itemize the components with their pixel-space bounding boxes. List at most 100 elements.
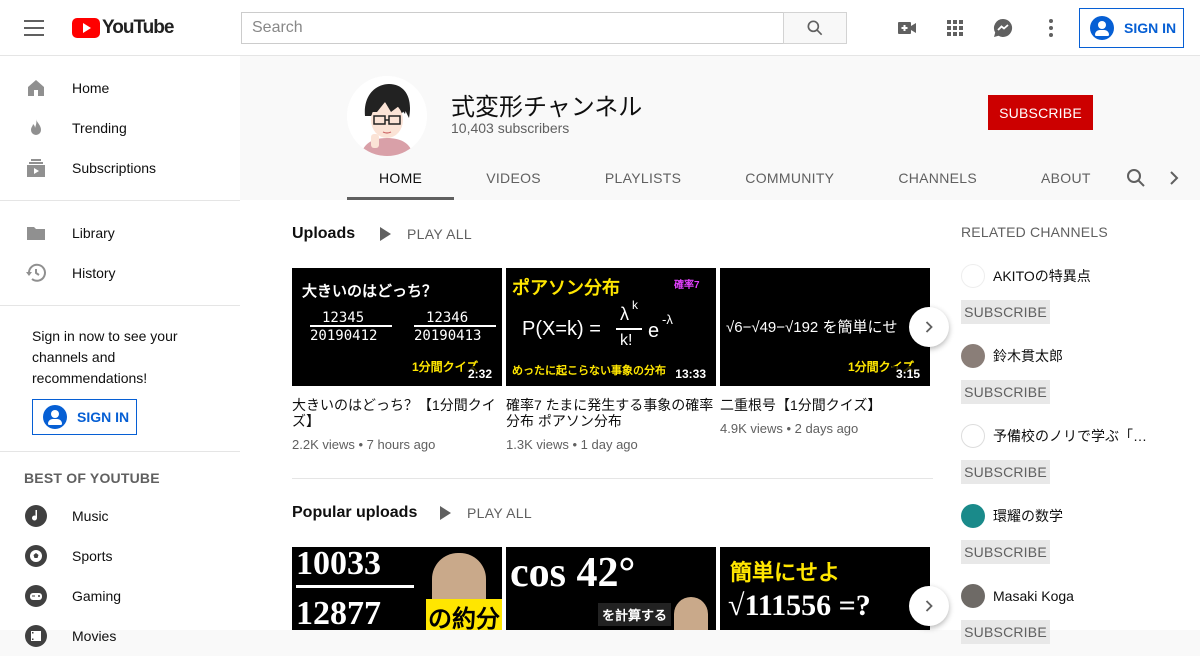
channel-avatar[interactable]: [961, 584, 985, 608]
video-title[interactable]: 二重根号【1分間クイズ】: [720, 397, 930, 413]
sign-in-button[interactable]: SIGN IN: [1079, 8, 1184, 48]
sidebar-divider: [0, 200, 240, 201]
movies-film-icon: [24, 624, 48, 648]
tab-videos[interactable]: VIDEOS: [454, 156, 573, 200]
sidebar-item-library[interactable]: Library: [0, 213, 240, 253]
related-channel-name[interactable]: Masaki Koga: [993, 588, 1153, 604]
thumb-text: λ: [620, 304, 629, 324]
channel-avatar[interactable]: [347, 76, 427, 156]
channel-subscribe-button[interactable]: SUBSCRIBE: [988, 95, 1093, 130]
video-meta: 4.9K views • 2 days ago: [720, 421, 859, 436]
thumb-tag: を計算する: [598, 603, 672, 626]
thumb-text: 大きいのはどっち？: [302, 283, 438, 300]
tab-home[interactable]: HOME: [347, 156, 455, 200]
shelf-next-button[interactable]: [909, 586, 949, 626]
video-thumbnail[interactable]: √6−√49−√192 を簡単にせ 1分間クイズ 3:15: [720, 268, 930, 386]
channel-avatar[interactable]: [961, 504, 985, 528]
popular-play-all-button[interactable]: PLAY ALL: [440, 505, 532, 521]
sidebar-item-label: Movies: [72, 628, 117, 644]
related-subscribe-button[interactable]: SUBSCRIBE: [961, 380, 1050, 404]
best-of-youtube-heading: BEST OF YOUTUBE: [24, 470, 160, 486]
thumb-text: k: [632, 298, 638, 312]
sidebar-item-movies[interactable]: Movies: [0, 616, 240, 656]
tab-community[interactable]: COMMUNITY: [713, 156, 866, 200]
signin-prompt: Sign in now to see your channels and rec…: [32, 328, 178, 386]
channel-avatar[interactable]: [961, 264, 985, 288]
video-duration: 3:15: [891, 366, 924, 382]
related-subscribe-button[interactable]: SUBSCRIBE: [961, 460, 1050, 484]
video-thumbnail[interactable]: 10033 12877 の約分: [292, 547, 502, 630]
related-channel-name[interactable]: 環耀の数学: [993, 506, 1153, 526]
video-thumbnail[interactable]: 大きいのはどっち？ 12345 20190412 12346 20190413 …: [292, 268, 502, 386]
related-channels-heading: RELATED CHANNELS: [961, 224, 1108, 240]
fraction-bar: [296, 585, 414, 588]
sidebar-item-trending[interactable]: Trending: [0, 108, 240, 148]
related-subscribe-button[interactable]: SUBSCRIBE: [961, 540, 1050, 564]
sidebar-item-home[interactable]: Home: [0, 68, 240, 108]
search-icon: [807, 20, 823, 36]
sidebar-item-music[interactable]: Music: [0, 496, 240, 536]
video-title[interactable]: 確率7 たまに発生する事象の確率分布 ポアソン分布: [506, 397, 716, 429]
channel-avatar[interactable]: [961, 344, 985, 368]
play-all-label: PLAY ALL: [407, 226, 472, 242]
youtube-play-icon: [72, 18, 100, 38]
related-channel: 予備校のノリで学ぶ「… SUBSCRIBE: [961, 424, 1161, 484]
video-thumbnail[interactable]: 簡単にせよ √111556 =?: [720, 547, 930, 630]
video-thumbnail[interactable]: cos 42° を計算する: [506, 547, 716, 630]
tab-playlists[interactable]: PLAYLISTS: [573, 156, 713, 200]
search-button[interactable]: [783, 12, 847, 44]
channel-search-icon[interactable]: [1124, 166, 1148, 190]
popular-shelf-title[interactable]: Popular uploads: [292, 504, 417, 522]
apps-grid-icon[interactable]: [943, 16, 967, 40]
related-subscribe-button[interactable]: SUBSCRIBE: [961, 620, 1050, 644]
chevron-right-icon[interactable]: [1162, 166, 1186, 190]
related-channel: AKITOの特異点 SUBSCRIBE: [961, 264, 1161, 324]
related-channel-name[interactable]: 予備校のノリで学ぶ「…: [993, 426, 1153, 446]
menu-icon[interactable]: [24, 20, 48, 36]
related-channel-name[interactable]: 鈴木貫太郎: [993, 346, 1153, 366]
top-bar: YouTube SIGN IN: [0, 0, 1200, 56]
sidebar-item-label: Library: [72, 225, 115, 241]
thumb-text: e: [648, 320, 660, 342]
video-duration: 2:32: [463, 366, 496, 382]
sidebar-item-sports[interactable]: Sports: [0, 536, 240, 576]
related-channel-name[interactable]: AKITOの特異点: [993, 266, 1153, 286]
thumb-text: めったに起こらない事象の分布: [512, 365, 666, 377]
home-icon: [24, 76, 48, 100]
uploads-play-all-button[interactable]: PLAY ALL: [380, 226, 472, 242]
more-vert-icon[interactable]: [1039, 16, 1063, 40]
gaming-controller-icon: [24, 584, 48, 608]
video-title[interactable]: 大きいのはどっち？【1分間クイズ】: [292, 397, 502, 429]
logo-text: YouTube: [102, 17, 174, 38]
uploads-shelf-title[interactable]: Uploads: [292, 225, 355, 243]
presenter-image: [674, 597, 708, 630]
channel-avatar[interactable]: [961, 424, 985, 448]
thumb-text: ポアソン分布: [512, 278, 620, 298]
sidebar-item-label: Home: [72, 80, 110, 96]
chevron-right-icon: [925, 321, 933, 333]
subscriptions-icon: [24, 156, 48, 180]
thumb-text: k!: [620, 332, 633, 349]
shelf-next-button[interactable]: [909, 307, 949, 347]
tab-channels[interactable]: CHANNELS: [866, 156, 1009, 200]
tab-about[interactable]: ABOUT: [1009, 156, 1123, 200]
messages-icon[interactable]: [991, 16, 1015, 40]
video-thumbnail[interactable]: ポアソン分布 確率7 P(X=k) = λ k k! e -λ めったに起こらな…: [506, 268, 716, 386]
related-subscribe-button[interactable]: SUBSCRIBE: [961, 300, 1050, 324]
sidebar-sign-in-button[interactable]: SIGN IN: [32, 399, 137, 435]
account-icon: [43, 405, 67, 429]
related-channel: 環耀の数学 SUBSCRIBE: [961, 504, 1161, 564]
sidebar-item-history[interactable]: History: [0, 253, 240, 293]
create-video-icon[interactable]: [895, 16, 919, 40]
upload-age: 1 day ago: [580, 437, 638, 452]
sidebar-item-gaming[interactable]: Gaming: [0, 576, 240, 616]
trending-flame-icon: [24, 116, 48, 140]
play-icon: [380, 227, 391, 241]
sidebar-item-label: History: [72, 265, 116, 281]
sidebar-item-label: Gaming: [72, 588, 122, 604]
youtube-logo[interactable]: YouTube: [72, 16, 174, 40]
sidebar-item-subscriptions[interactable]: Subscriptions: [0, 148, 240, 188]
fraction-bar: [310, 325, 392, 327]
subscriber-count: 10,403 subscribers: [451, 120, 570, 136]
search-input[interactable]: [241, 12, 783, 44]
